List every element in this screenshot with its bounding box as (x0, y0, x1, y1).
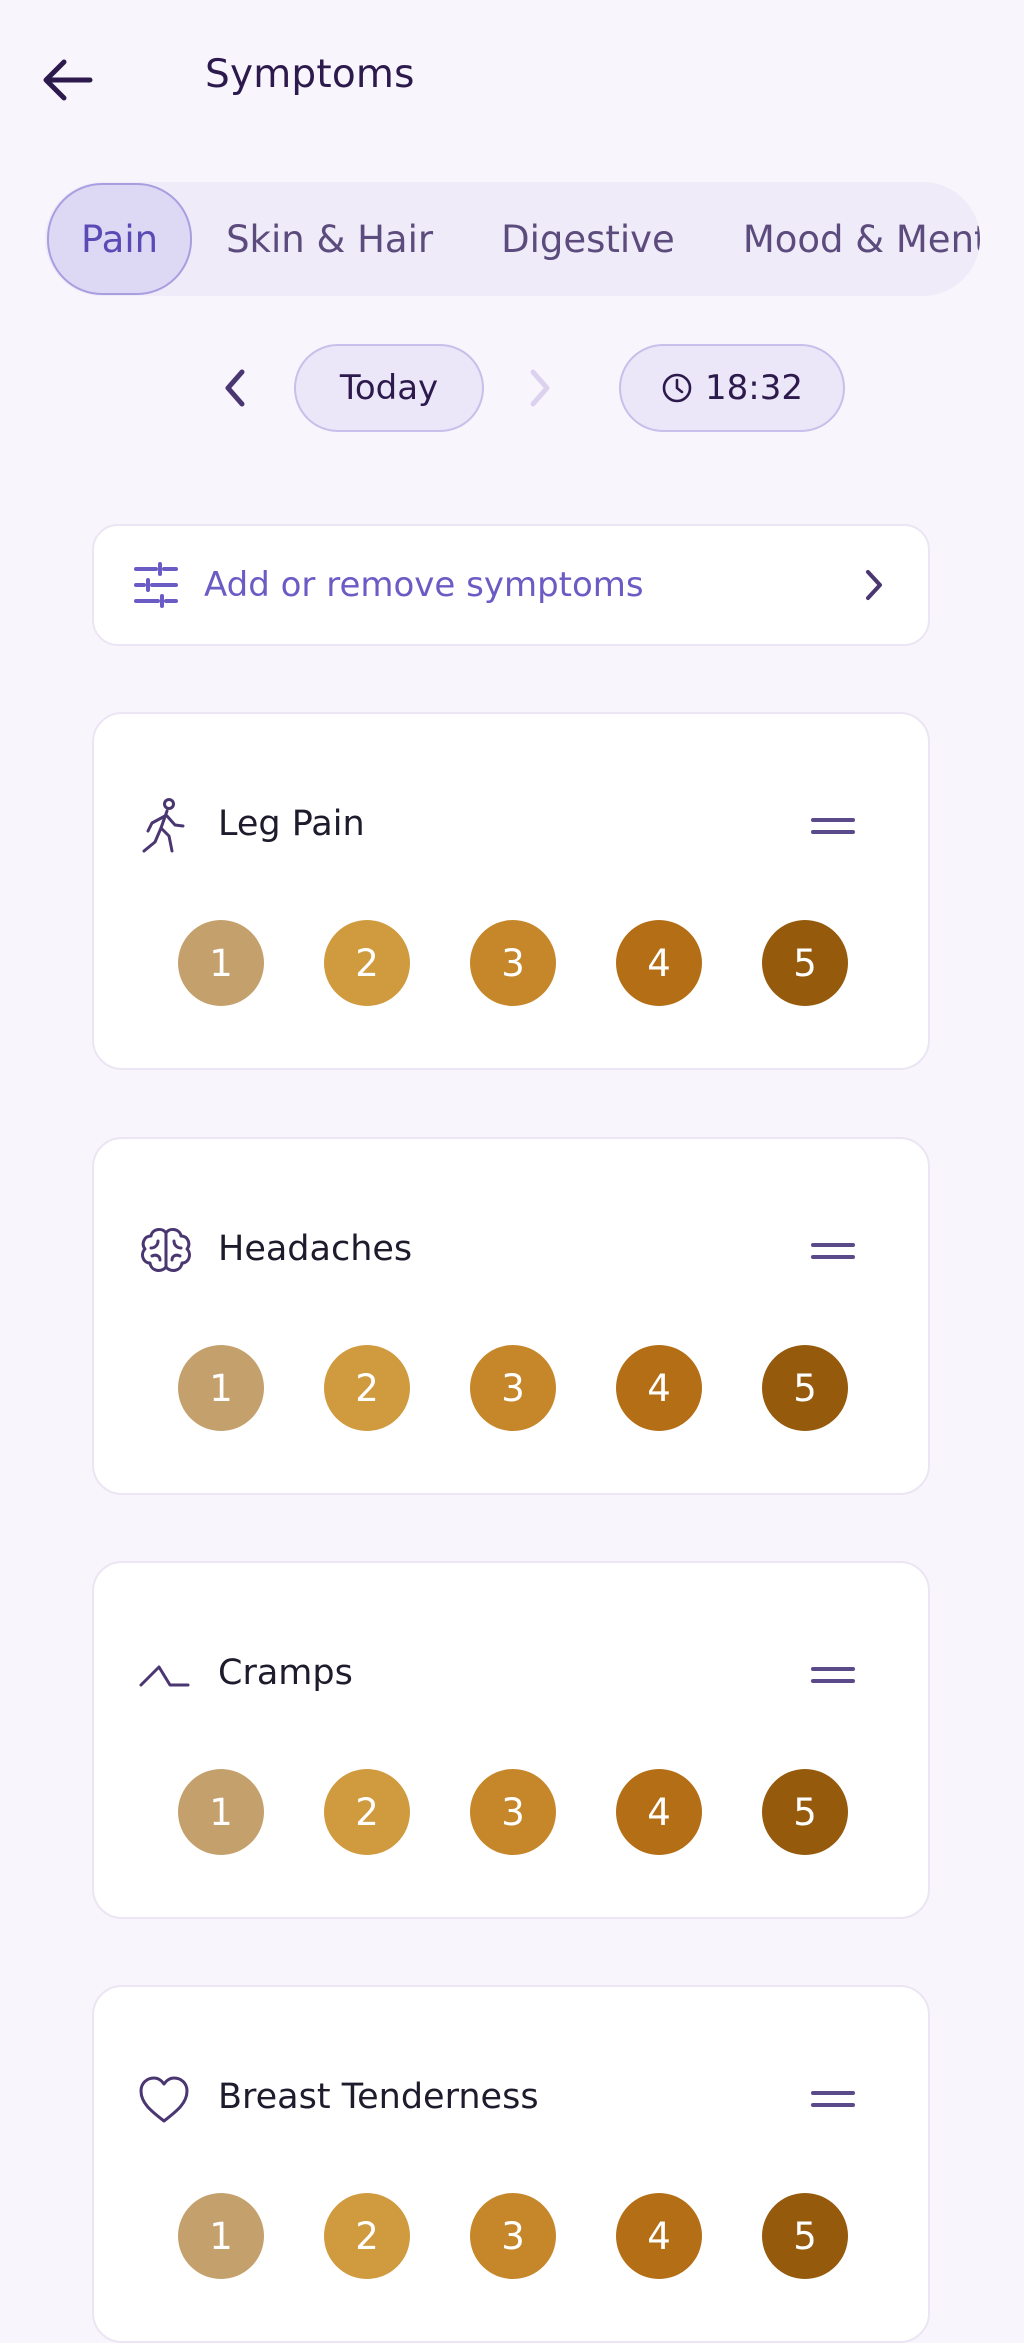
chevron-left-icon (225, 369, 245, 407)
drag-handle-icon[interactable] (810, 1663, 856, 1687)
symptom-card-headaches: Headaches 12345 (92, 1137, 930, 1495)
tab-digestive[interactable]: Digestive (467, 218, 709, 261)
chevron-right-icon (866, 570, 882, 600)
severity-button-1[interactable]: 1 (178, 2193, 264, 2279)
tab-mood-mental[interactable]: Mood & Mental (709, 218, 980, 261)
add-remove-label: Add or remove symptoms (204, 565, 644, 605)
symptom-name: Headaches (218, 1229, 413, 1269)
tab-pain[interactable]: Pain (47, 183, 193, 295)
previous-day-button[interactable] (210, 360, 260, 416)
symptom-name: Breast Tenderness (218, 2077, 539, 2117)
walking-person-icon (138, 798, 190, 854)
symptom-name: Leg Pain (218, 804, 365, 844)
symptom-card-cramps: Cramps 12345 (92, 1561, 930, 1919)
category-tabs: Pain Skin & Hair Digestive Mood & Mental (45, 182, 980, 296)
drag-handle-icon[interactable] (810, 814, 856, 838)
severity-button-3[interactable]: 3 (470, 1769, 556, 1855)
severity-button-5[interactable]: 5 (762, 1769, 848, 1855)
time-label: 18:32 (705, 368, 803, 408)
severity-button-1[interactable]: 1 (178, 1345, 264, 1431)
severity-button-1[interactable]: 1 (178, 1769, 264, 1855)
drag-handle-icon[interactable] (810, 2087, 856, 2111)
severity-button-3[interactable]: 3 (470, 2193, 556, 2279)
arrow-left-icon (43, 59, 93, 101)
severity-ratings: 12345 (178, 1345, 848, 1431)
back-button[interactable] (40, 50, 120, 110)
drag-handle-icon[interactable] (810, 1239, 856, 1263)
date-selector[interactable]: Today (294, 344, 484, 432)
severity-button-3[interactable]: 3 (470, 920, 556, 1006)
severity-button-4[interactable]: 4 (616, 2193, 702, 2279)
severity-button-5[interactable]: 5 (762, 1345, 848, 1431)
severity-button-4[interactable]: 4 (616, 1769, 702, 1855)
severity-ratings: 12345 (178, 2193, 848, 2279)
symptom-name: Cramps (218, 1653, 353, 1693)
sliders-icon (134, 562, 178, 608)
symptom-card-breast-tenderness: Breast Tenderness 12345 (92, 1985, 930, 2343)
severity-ratings: 12345 (178, 1769, 848, 1855)
heart-icon (138, 2071, 190, 2127)
time-selector[interactable]: 18:32 (619, 344, 845, 432)
add-remove-symptoms-button[interactable]: Add or remove symptoms (92, 524, 930, 646)
severity-button-2[interactable]: 2 (324, 2193, 410, 2279)
next-day-button[interactable] (515, 360, 565, 416)
severity-button-2[interactable]: 2 (324, 1769, 410, 1855)
zigzag-icon (138, 1647, 190, 1703)
tab-skin-hair[interactable]: Skin & Hair (192, 218, 467, 261)
severity-button-3[interactable]: 3 (470, 1345, 556, 1431)
severity-button-4[interactable]: 4 (616, 920, 702, 1006)
severity-button-5[interactable]: 5 (762, 2193, 848, 2279)
symptom-card-leg-pain: Leg Pain 12345 (92, 712, 930, 1070)
severity-button-2[interactable]: 2 (324, 920, 410, 1006)
severity-button-4[interactable]: 4 (616, 1345, 702, 1431)
brain-icon (138, 1223, 191, 1279)
severity-button-2[interactable]: 2 (324, 1345, 410, 1431)
severity-button-5[interactable]: 5 (762, 920, 848, 1006)
chevron-right-icon (530, 369, 550, 407)
severity-button-1[interactable]: 1 (178, 920, 264, 1006)
page-title: Symptoms (205, 52, 415, 97)
severity-ratings: 12345 (178, 920, 848, 1006)
clock-icon (662, 373, 692, 403)
